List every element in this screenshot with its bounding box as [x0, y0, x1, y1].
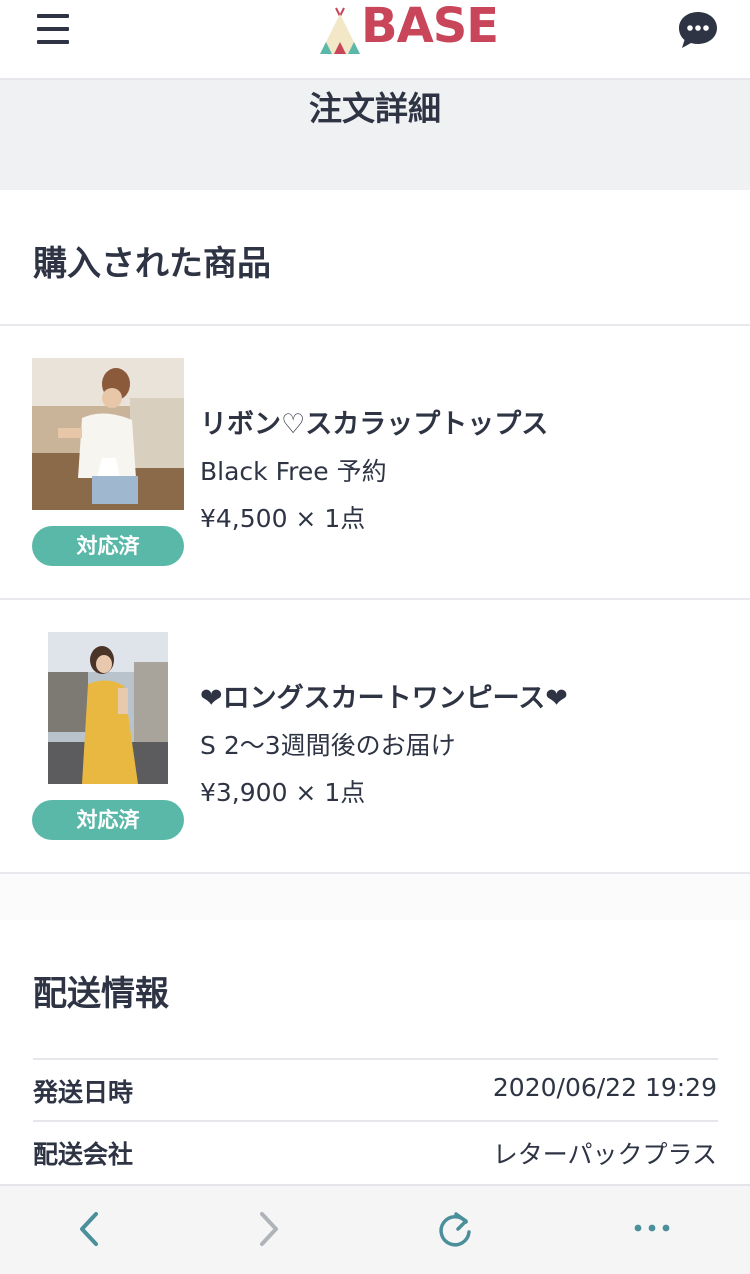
- ship-date-value: 2020/06/22 19:29: [492, 1073, 717, 1102]
- divider: [0, 324, 750, 326]
- logo-text: BASE: [361, 0, 499, 54]
- product-image-long-skirt-dress[interactable]: [48, 632, 168, 784]
- base-logo[interactable]: BASE: [316, 0, 499, 58]
- carrier-label: 配送会社: [33, 1140, 134, 1169]
- product-price: ¥4,500 × 1点: [200, 504, 366, 533]
- hamburger-menu-icon[interactable]: [37, 14, 69, 44]
- product-variant: S 2〜3週間後のお届け: [200, 731, 456, 760]
- product-variant: Black Free 予約: [200, 457, 387, 486]
- chat-bubble-icon[interactable]: [678, 10, 718, 50]
- row-divider: [33, 1120, 718, 1122]
- browser-toolbar: [0, 1184, 750, 1274]
- product-name[interactable]: リボン♡スカラップトップス: [200, 402, 548, 441]
- divider: [0, 598, 750, 600]
- shipping-info-heading: 配送情報: [33, 974, 169, 1014]
- section-gap: [0, 874, 750, 920]
- more-dots-icon[interactable]: [628, 1204, 678, 1254]
- reload-icon[interactable]: [430, 1204, 480, 1254]
- ship-date-label: 発送日時: [33, 1078, 134, 1107]
- page-title: 注文詳細: [309, 89, 441, 128]
- carrier-value: レターパックプラス: [492, 1140, 717, 1169]
- app-header: BASE: [0, 0, 750, 80]
- status-badge: 対応済: [32, 800, 184, 840]
- teepee-logo-icon: [320, 7, 360, 54]
- purchased-products-heading: 購入された商品: [33, 244, 271, 284]
- status-badge: 対応済: [32, 526, 184, 566]
- product-image-ribbon-top[interactable]: [32, 358, 184, 510]
- product-name[interactable]: ❤ロングスカートワンピース❤: [200, 676, 568, 715]
- back-arrow-icon[interactable]: [64, 1204, 114, 1254]
- product-price: ¥3,900 × 1点: [200, 778, 366, 807]
- row-divider: [33, 1058, 718, 1060]
- forward-arrow-icon[interactable]: [244, 1204, 294, 1254]
